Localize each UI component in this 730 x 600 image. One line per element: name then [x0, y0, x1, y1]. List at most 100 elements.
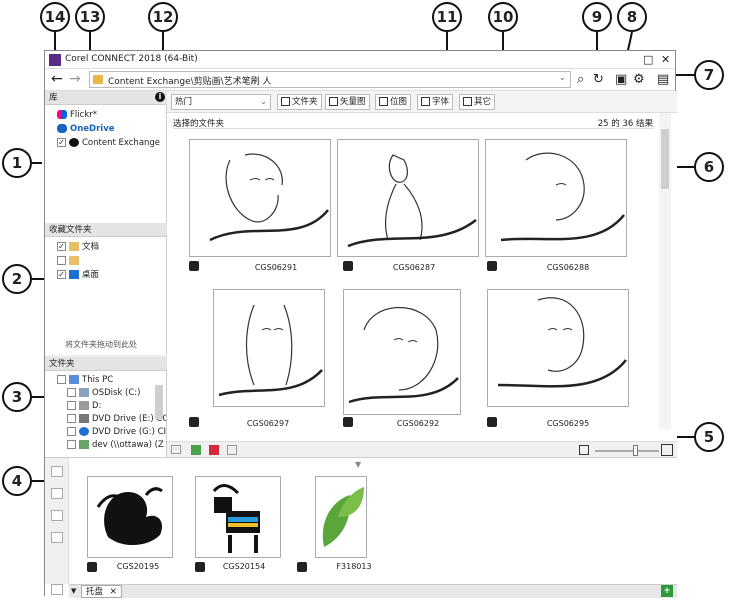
bitmap-filter-button[interactable]: 位图 — [375, 94, 412, 110]
content-thumbnail[interactable] — [337, 139, 479, 257]
zoom-slider-thumb[interactable] — [633, 445, 638, 456]
vector-icon — [329, 97, 338, 106]
folder-item-g-drive[interactable]: DVD Drive (G:) CI — [67, 426, 166, 438]
network-drive-icon — [79, 440, 89, 449]
sort-filter-dropdown[interactable]: 热门 ⌄ — [171, 94, 271, 110]
favorites-item-documents[interactable]: ✓ 文档 — [57, 241, 99, 253]
artwork-rooster — [96, 487, 163, 546]
content-exchange-badge-icon — [297, 562, 307, 572]
tray-tab-bar: ▼ 托盘 ✕ + — [69, 584, 677, 598]
other-filter-button[interactable]: 其它 — [459, 94, 496, 110]
artwork-woman-curly-hair — [348, 307, 459, 404]
content-exchange-icon — [69, 138, 79, 147]
checkbox[interactable]: ✓ — [57, 138, 66, 147]
gear-icon[interactable]: ⚙ — [633, 72, 645, 87]
vector-filter-button[interactable]: 矢量图 — [325, 94, 370, 110]
tray-thumbnail[interactable] — [315, 476, 367, 558]
disk-icon — [79, 401, 89, 410]
tray-new-icon[interactable] — [51, 584, 63, 595]
font-filter-button[interactable]: 字体 — [417, 94, 454, 110]
content-thumbnail[interactable] — [189, 139, 331, 257]
artwork-leaves — [322, 487, 364, 547]
tray-folder-icon[interactable] — [51, 466, 63, 477]
tray-caption: F318013 — [336, 562, 372, 571]
folder-icon[interactable] — [171, 445, 181, 454]
content-thumbnail[interactable] — [213, 289, 325, 407]
library-item-content-exchange[interactable]: ✓ Content Exchange — [57, 137, 160, 149]
info-icon[interactable]: i — [155, 92, 165, 102]
favorites-drop-hint: 将文件夹拖动到此处 — [65, 340, 137, 349]
library-item-onedrive[interactable]: OneDrive — [57, 123, 115, 135]
refresh-icon[interactable]: ↻ — [593, 72, 604, 87]
library-item-flickr[interactable]: Flickr* — [57, 109, 97, 121]
tray-bitmap-icon[interactable] — [51, 510, 63, 521]
tray-toggle-icon[interactable]: ▤ — [657, 72, 669, 87]
zoom-slider[interactable] — [595, 450, 659, 452]
favorites-item-folder[interactable] — [57, 255, 82, 267]
checkbox[interactable]: ✓ — [57, 270, 66, 279]
content-exchange-badge-icon — [195, 562, 205, 572]
folder-item-c-drive[interactable]: OSDisk (C:) — [67, 387, 140, 399]
bitmap-tray-icon[interactable] — [209, 445, 219, 455]
folders-header[interactable]: 文件夹 — [45, 357, 167, 371]
section-header: 选择的文件夹 25 的 36 结果 — [173, 117, 653, 129]
dvd-icon — [79, 427, 89, 436]
back-icon[interactable]: ← — [51, 72, 63, 86]
close-button[interactable]: ✕ — [661, 53, 670, 66]
thumbnail-caption: CGS06291 — [254, 263, 298, 272]
tray-document-icon[interactable] — [51, 532, 63, 543]
tray-tab[interactable]: 托盘 ✕ — [81, 585, 122, 598]
content-thumbnail[interactable] — [343, 289, 461, 415]
address-bar[interactable]: Content Exchange\剪贴画\艺术笔刷 人 ⌄ — [89, 71, 571, 88]
folder-item-this-pc[interactable]: This PC — [57, 374, 113, 386]
filter-toolbar: 热门 ⌄ 文件夹 矢量图 位图 字体 其它 — [167, 91, 677, 113]
onedrive-icon — [57, 124, 67, 133]
navigation-bar: ← → Content Exchange\剪贴画\艺术笔刷 人 ⌄ ⌕ ↻ ▣ … — [45, 69, 675, 91]
result-count: 25 的 36 结果 — [597, 119, 653, 129]
documents-icon — [69, 242, 79, 251]
checkbox[interactable] — [57, 256, 66, 265]
vector-tray-icon[interactable] — [191, 445, 201, 455]
bitmap-icon — [379, 97, 388, 106]
add-tray-icon[interactable]: + — [661, 585, 673, 597]
content-exchange-badge-icon — [487, 417, 497, 427]
folder-item-d-drive[interactable]: D: — [67, 400, 101, 412]
search-icon[interactable]: ⌕ — [577, 72, 584, 87]
forward-icon[interactable]: → — [69, 72, 81, 86]
document-icon[interactable] — [227, 445, 237, 455]
title-bar: Corel CONNECT 2018 (64-Bit) □ ✕ — [45, 51, 675, 69]
tray-thumbnail[interactable] — [195, 476, 281, 558]
artwork-woman-long-hair — [218, 304, 323, 397]
scrollbar-thumb[interactable] — [661, 129, 669, 189]
other-icon — [463, 97, 472, 106]
tray-vector-icon[interactable] — [51, 488, 63, 499]
folders-filter-button[interactable]: 文件夹 — [277, 94, 322, 110]
maximize-button[interactable]: □ — [643, 53, 653, 66]
app-window: Corel CONNECT 2018 (64-Bit) □ ✕ ← → Cont… — [44, 50, 677, 598]
folder-item-e-drive[interactable]: DVD Drive (E:) CC — [67, 413, 166, 425]
folder-item-z-drive[interactable]: dev (\\ottawa) (Z — [67, 439, 164, 451]
folders-scrollbar[interactable] — [155, 385, 163, 419]
favorites-header[interactable]: 收藏文件夹 — [45, 223, 167, 237]
new-window-icon[interactable]: ▣ — [615, 72, 627, 87]
large-thumbnail-icon[interactable] — [661, 444, 673, 456]
content-thumbnail[interactable] — [487, 289, 629, 407]
library-panel: Flickr* OneDrive ✓ Content Exchange — [45, 105, 167, 223]
thumbnail-caption: CGS06297 — [246, 419, 290, 428]
tray-collapse-icon[interactable]: ▼ — [355, 460, 361, 469]
desktop-icon — [69, 270, 79, 279]
folders-panel: This PC OSDisk (C:) D: DVD Drive (E:) CC… — [45, 371, 167, 457]
favorites-item-desktop[interactable]: ✓ 桌面 — [57, 269, 99, 281]
close-icon[interactable]: ✕ — [110, 587, 117, 597]
content-scrollbar[interactable] — [659, 113, 671, 429]
checkbox[interactable]: ✓ — [57, 242, 66, 251]
computer-icon — [69, 375, 79, 384]
tray-tab-menu-icon[interactable]: ▼ — [71, 587, 76, 595]
chevron-down-icon[interactable]: ⌄ — [558, 73, 566, 83]
small-thumbnail-icon[interactable] — [579, 445, 589, 455]
dvd-icon — [79, 414, 89, 423]
library-header[interactable]: 库 — [45, 91, 167, 105]
tray-thumbnail[interactable] — [87, 476, 173, 558]
content-thumbnail[interactable] — [485, 139, 627, 257]
tray-panel: ▼ CGS20195 CGS20154 F318013 ▼ 托盘 ✕ + — [45, 457, 677, 598]
